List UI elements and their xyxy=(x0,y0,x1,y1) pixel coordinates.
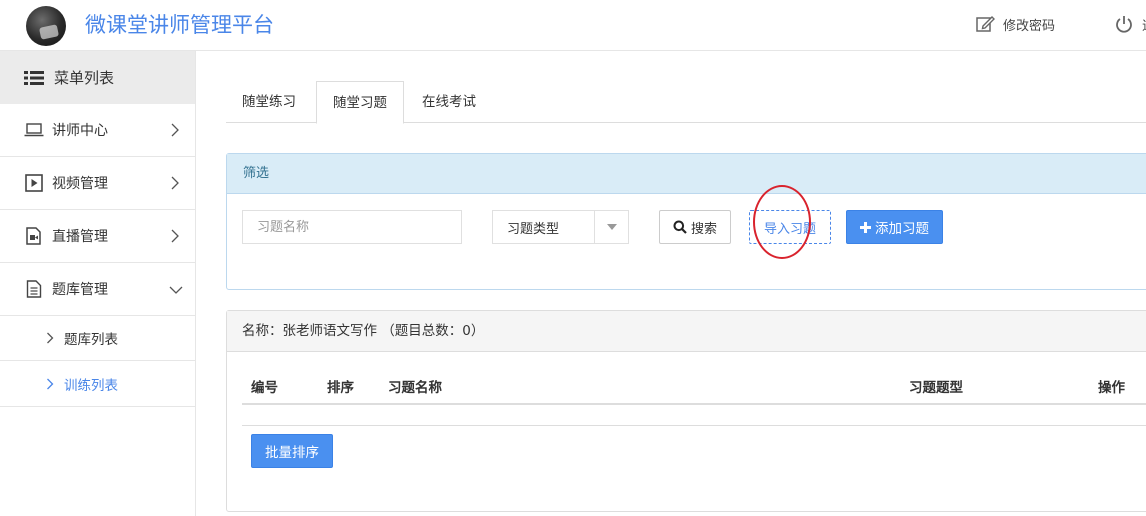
tab-online-exam[interactable]: 在线考试 xyxy=(406,81,492,123)
laptop-icon xyxy=(24,121,44,139)
sidebar-subitem-bank-list[interactable]: 题库列表 xyxy=(0,316,195,361)
tab-class-exercises[interactable]: 随堂习题 xyxy=(316,81,404,124)
column-header-name: 习题名称 xyxy=(388,380,442,396)
tab-bar: 随堂练习 随堂习题 在线考试 xyxy=(226,81,1146,124)
batch-sort-button[interactable]: 批量排序 xyxy=(251,434,333,468)
menu-title: 菜单列表 xyxy=(54,69,115,87)
sidebar-subitem-label: 题库列表 xyxy=(64,332,118,348)
plus-icon xyxy=(860,221,871,233)
tab-class-practice[interactable]: 随堂练习 xyxy=(226,81,312,123)
chevron-right-icon xyxy=(171,123,179,137)
edit-icon xyxy=(976,16,995,32)
add-exercise-label: 添加习题 xyxy=(875,221,929,237)
chevron-right-icon xyxy=(47,332,54,344)
sidebar-item-label: 视频管理 xyxy=(52,176,108,192)
list-icon xyxy=(24,70,44,85)
add-exercise-button[interactable]: 添加习题 xyxy=(846,210,943,244)
table-header: 编号 排序 习题名称 习题题型 操作 xyxy=(242,363,1146,405)
import-exercise-button[interactable]: 导入习题 xyxy=(749,210,831,244)
column-header-actions: 操作 xyxy=(1098,380,1125,396)
chevron-right-icon xyxy=(47,378,54,389)
change-password-link[interactable]: 修改密码 xyxy=(975,14,1055,34)
table-empty-row xyxy=(242,405,1146,426)
sidebar-item-label: 讲师中心 xyxy=(52,123,108,139)
sidebar-item-video-management[interactable]: 视频管理 xyxy=(0,157,195,210)
live-icon xyxy=(24,227,44,245)
logout-link[interactable]: 退 xyxy=(1114,14,1146,34)
chevron-right-icon xyxy=(171,229,179,243)
chevron-down-icon xyxy=(169,286,183,294)
search-button-label: 搜索 xyxy=(690,221,717,237)
column-header-order: 排序 xyxy=(327,380,354,396)
column-header-type: 习题题型 xyxy=(909,380,963,396)
exercise-type-select[interactable]: 习题类型 xyxy=(492,210,629,244)
logout-label: 退 xyxy=(1142,15,1146,34)
sidebar-item-lecturer-center[interactable]: 讲师中心 xyxy=(0,104,195,157)
brand-title: 微课堂讲师管理平台 xyxy=(85,13,274,37)
sidebar-subitem-training-list[interactable]: 训练列表 xyxy=(0,361,195,406)
sidebar-item-label: 直播管理 xyxy=(52,229,108,245)
exercise-name-input[interactable] xyxy=(242,210,462,244)
sidebar-item-live-management[interactable]: 直播管理 xyxy=(0,210,195,263)
avatar[interactable] xyxy=(26,6,66,46)
top-header: 微课堂讲师管理平台 修改密码 退 xyxy=(0,0,1146,51)
column-header-number: 编号 xyxy=(251,380,278,396)
sidebar-item-label: 题库管理 xyxy=(52,282,108,298)
caret-down-icon xyxy=(594,211,628,243)
play-icon xyxy=(24,174,44,192)
menu-header: 菜单列表 xyxy=(0,51,195,104)
chevron-right-icon xyxy=(171,176,179,190)
search-button[interactable]: 搜索 xyxy=(659,210,731,244)
sidebar-item-question-bank[interactable]: 题库管理 xyxy=(0,263,195,316)
filter-panel: 筛选 习题类型 搜索 导入习题 添加习题 xyxy=(226,153,1146,290)
document-icon xyxy=(24,280,44,298)
search-icon xyxy=(673,220,687,234)
change-password-label: 修改密码 xyxy=(1003,18,1056,34)
question-bank-submenu: 题库列表 训练列表 xyxy=(0,316,195,407)
exercise-type-value: 习题类型 xyxy=(507,221,560,237)
sidebar: 菜单列表 讲师中心 视频管理 直播管理 题库管理 题库列表 训练列表 xyxy=(0,51,196,516)
filter-title: 筛选 xyxy=(227,154,1146,194)
power-icon xyxy=(1116,16,1132,33)
sidebar-subitem-label: 训练列表 xyxy=(64,377,118,394)
exercise-list-panel: 名称：张老师语文写作 （题目总数：0） 编号 排序 习题名称 习题题型 操作 批… xyxy=(226,310,1146,512)
list-heading: 名称：张老师语文写作 （题目总数：0） xyxy=(227,311,1146,352)
